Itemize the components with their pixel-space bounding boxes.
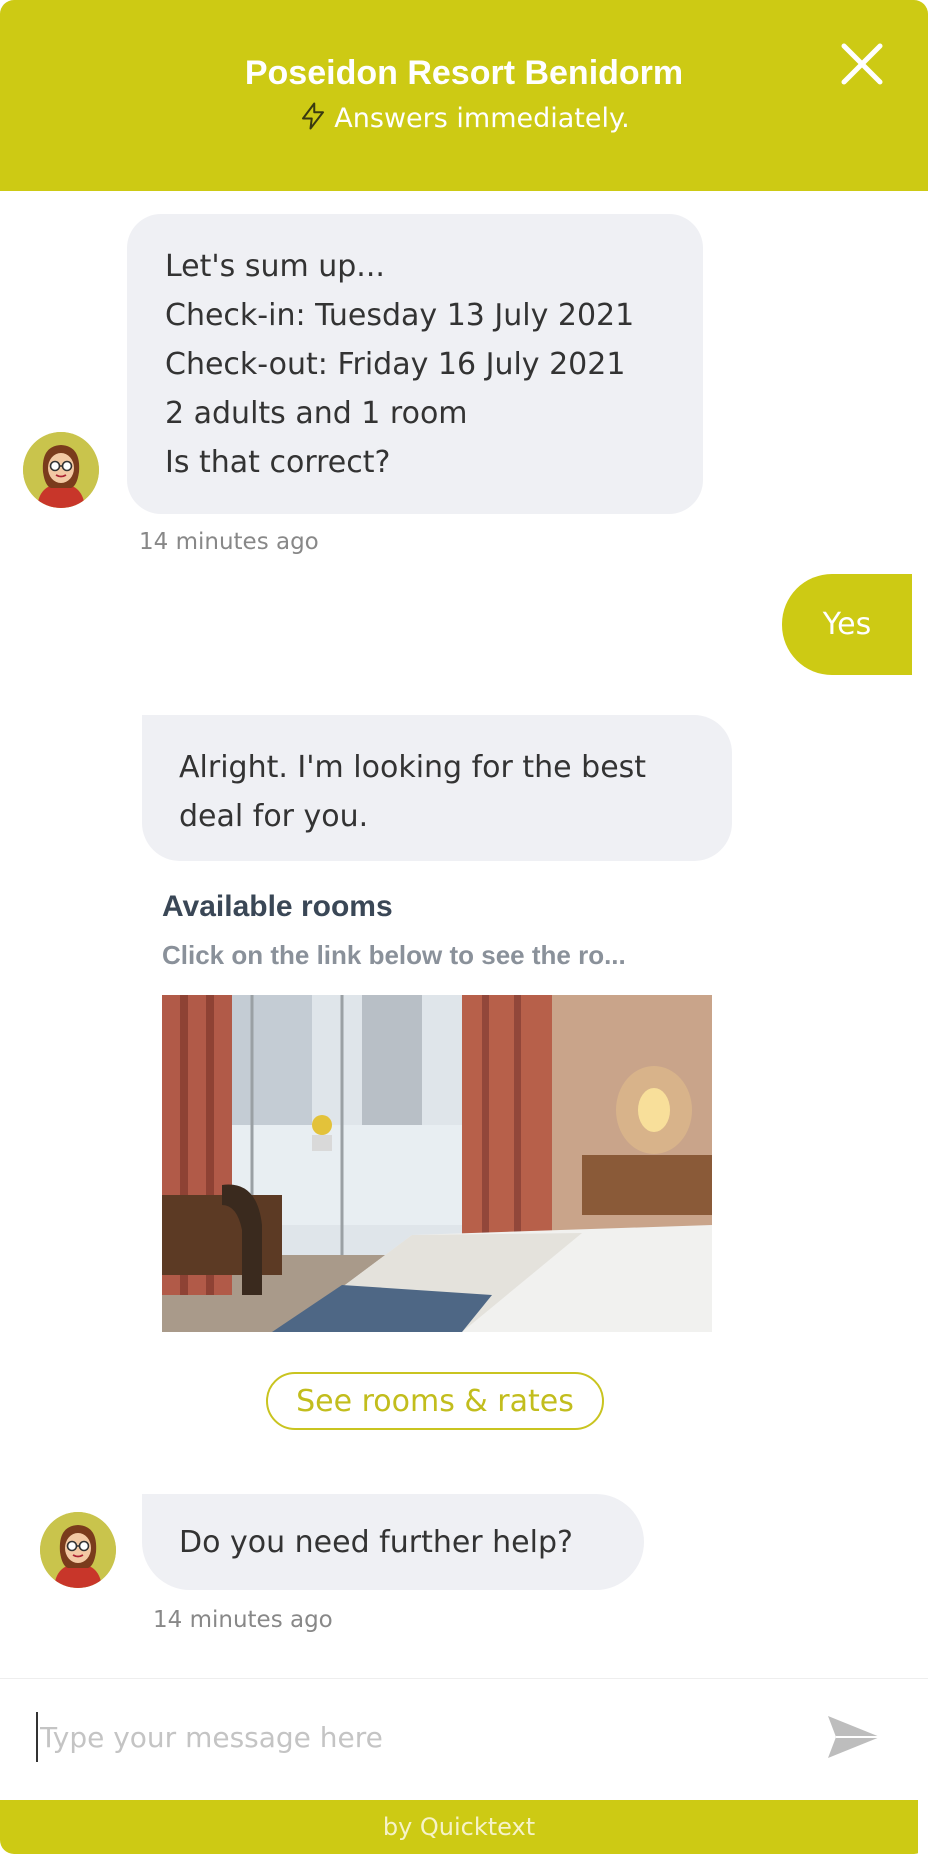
response-status-text: Answers immediately. <box>334 103 630 134</box>
message-line: Check-in: Tuesday 13 July 2021 <box>165 298 635 333</box>
footer-text: by Quicktext <box>382 1813 536 1841</box>
see-rooms-rates-button[interactable]: See rooms & rates <box>266 1372 604 1430</box>
response-status: Answers immediately. <box>0 100 928 134</box>
chat-widget: Poseidon Resort Benidorm Answers immedia… <box>0 0 928 1854</box>
card-subtitle: Click on the link below to see the ro... <box>162 940 626 970</box>
user-message-text: Yes <box>822 607 872 642</box>
hotel-name: Poseidon Resort Benidorm <box>244 54 684 92</box>
card-title: Available rooms <box>162 890 393 923</box>
message-line: deal for you. <box>179 799 369 834</box>
message-input[interactable] <box>36 1712 800 1762</box>
send-icon[interactable] <box>826 1714 882 1760</box>
user-message-bubble: Yes <box>782 574 912 675</box>
agent-avatar <box>40 1512 116 1588</box>
send-button[interactable] <box>826 1714 882 1760</box>
close-button[interactable] <box>838 40 886 88</box>
chat-header: Poseidon Resort Benidorm Answers immedia… <box>0 0 928 191</box>
message-line: Is that correct? <box>165 445 391 480</box>
bot-message-bubble: Alright. I'm looking for the best deal f… <box>142 715 732 861</box>
message-line: 2 adults and 1 room <box>165 396 468 431</box>
message-line: Do you need further help? <box>179 1524 573 1560</box>
bot-message-bubble: Let's sum up... Check-in: Tuesday 13 Jul… <box>127 214 703 514</box>
close-icon[interactable] <box>838 40 886 88</box>
bot-message-bubble: Do you need further help? <box>142 1494 644 1590</box>
room-photo <box>162 995 712 1332</box>
message-line: Check-out: Friday 16 July 2021 <box>165 347 626 382</box>
lightning-bolt-icon <box>302 102 325 130</box>
agent-avatar <box>23 432 99 508</box>
message-line: Let's sum up... <box>165 249 385 284</box>
powered-by-footer: by Quicktext <box>0 1800 918 1854</box>
message-line: Alright. I'm looking for the best <box>179 750 647 785</box>
message-timestamp: 14 minutes ago <box>139 529 319 555</box>
message-timestamp: 14 minutes ago <box>153 1607 333 1633</box>
